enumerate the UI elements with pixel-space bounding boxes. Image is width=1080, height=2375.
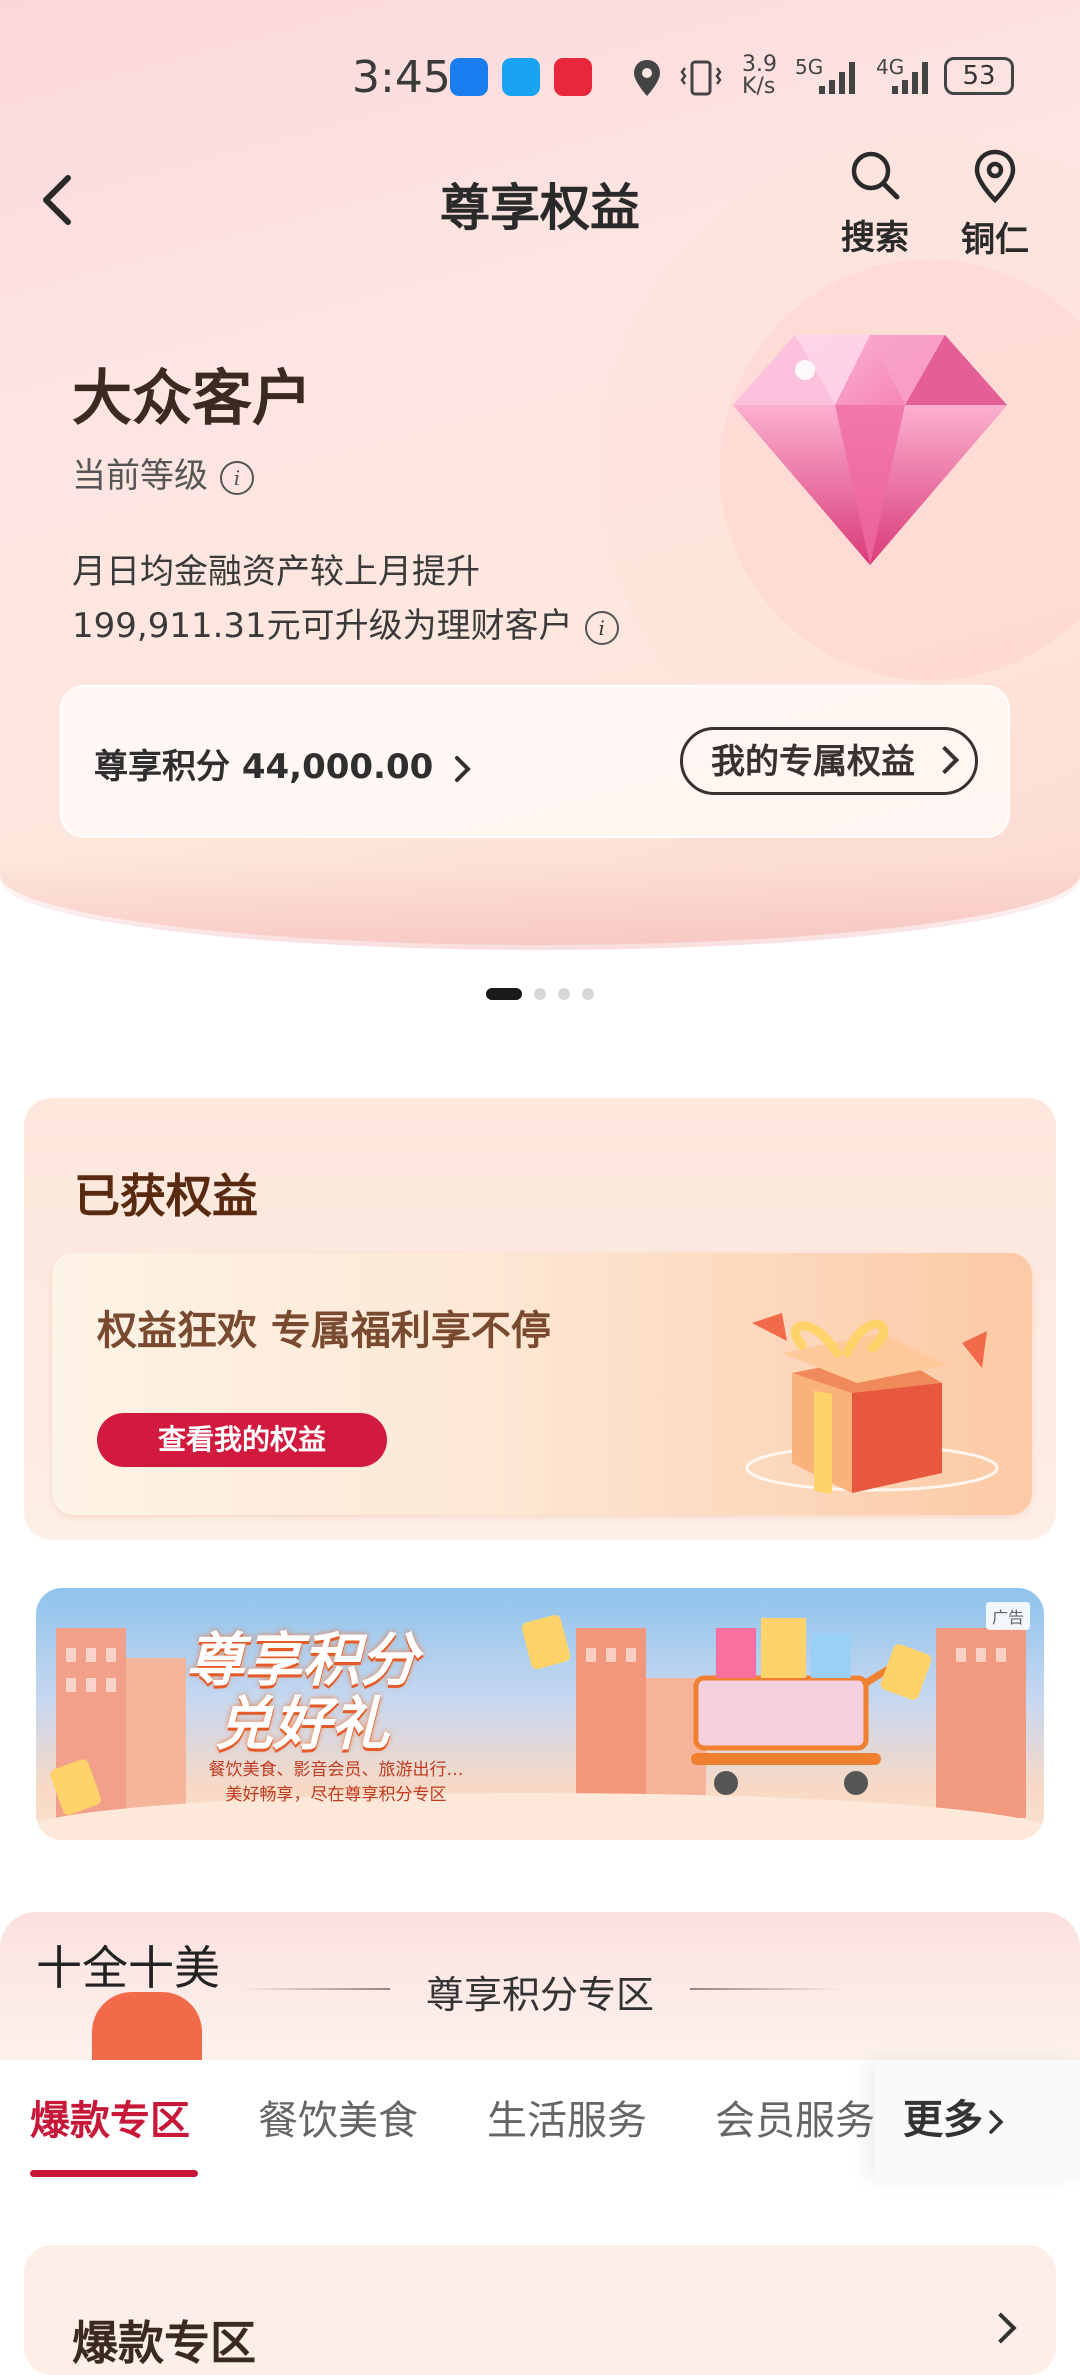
search-icon <box>851 151 900 200</box>
more-tabs-label: 更多 <box>903 2097 983 2143</box>
points-redeem-banner[interactable]: 尊享积分 兑好礼 餐饮美食、影音会员、旅游出行… 美好畅享，尽在尊享积分专区 广… <box>36 1588 1044 1840</box>
gift-box-icon <box>745 1313 999 1494</box>
my-exclusive-benefits-button[interactable]: 我的专属权益 <box>680 727 978 795</box>
upgrade-hint-line2: 199,911.31元可升级为理财客户 <box>72 606 573 646</box>
member-level-name: 大众客户 <box>72 364 312 434</box>
points-value: 尊享积分 44,000.00 <box>94 747 434 787</box>
obtained-benefits-card[interactable]: 权益狂欢 专属福利享不停 查看我的权益 <box>52 1253 1032 1515</box>
shopping-app-notification-icon <box>554 58 592 96</box>
tab-life-services[interactable]: 生活服务 <box>487 2088 647 2146</box>
diamond-icon <box>733 335 1007 565</box>
app-notification-icon <box>450 58 488 96</box>
carousel-dot <box>534 988 546 1000</box>
search-button[interactable]: 搜索 <box>830 148 920 259</box>
carousel-dot <box>582 988 594 1000</box>
status-bar: 3:45 3.9 K/s 5G 4G 53 <box>0 52 1080 106</box>
banner-subtitle-line2: 美好畅享，尽在尊享积分专区 <box>225 1785 447 1805</box>
chevron-right-icon[interactable] <box>985 2312 1017 2344</box>
battery-indicator: 53 <box>944 57 1014 95</box>
upgrade-info-icon[interactable]: i <box>584 610 619 645</box>
benefits-slogan: 权益狂欢 专属福利享不停 <box>97 1308 551 1354</box>
carousel-dot <box>558 988 570 1000</box>
current-level-row: 当前等级 i <box>72 448 254 497</box>
hot-items-title: 爆款专区 <box>72 2316 256 2370</box>
signal-bars-icon <box>819 62 855 94</box>
my-exclusive-benefits-label: 我的专属权益 <box>711 742 915 782</box>
chevron-right-icon <box>930 745 960 775</box>
divider-right <box>690 1988 840 1990</box>
category-tabs: 爆款专区 餐饮美食 生活服务 会员服务 更多 <box>0 2060 1080 2180</box>
info-icon[interactable]: i <box>220 460 254 495</box>
ad-tag: 广告 <box>985 1602 1030 1630</box>
more-tabs-button[interactable]: 更多 <box>875 2060 1080 2180</box>
points-card: 尊享积分 44,000.00 我的专属权益 <box>60 685 1010 838</box>
location-label: 铜仁 <box>961 220 1029 260</box>
tab-membership[interactable]: 会员服务 <box>715 2088 875 2146</box>
obtained-benefits-title: 已获权益 <box>74 1169 258 1223</box>
hero-bottom-wave <box>0 860 1080 950</box>
net-speed-unit: K/s <box>742 74 776 99</box>
upgrade-hint-line1: 月日均金融资产较上月提升 <box>72 552 480 592</box>
upgrade-hint: 月日均金融资产较上月提升 199,911.31元可升级为理财客户 i <box>72 545 619 653</box>
carousel-dot-active <box>486 988 522 1000</box>
net-speed-value: 3.9 <box>742 52 777 77</box>
status-time: 3:45 <box>352 52 451 103</box>
points-zone-header: 十全十美 尊享积分专区 <box>0 1912 1080 2072</box>
banner-subtitle-line1: 餐饮美食、影音会员、旅游出行… <box>208 1760 464 1780</box>
search-app-notification-icon <box>502 58 540 96</box>
banner-title-line1: 尊享积分 <box>186 1626 419 1694</box>
tab-dining[interactable]: 餐饮美食 <box>258 2088 418 2146</box>
location-status-icon <box>634 60 660 96</box>
vibrate-icon <box>680 60 722 96</box>
obtained-benefits-section: 已获权益 权益狂欢 专属福利享不停 查看我的权益 <box>24 1098 1056 1540</box>
signal-bars-2-icon <box>892 62 928 94</box>
location-pin-icon <box>974 149 1016 204</box>
banner-title-line2: 兑好礼 <box>215 1690 390 1758</box>
view-my-benefits-button[interactable]: 查看我的权益 <box>97 1413 387 1467</box>
hot-items-section: 爆款专区 <box>24 2245 1056 2375</box>
points-zone-title: 尊享积分专区 <box>425 1973 654 2017</box>
active-tab-underline <box>30 2170 198 2177</box>
tab-hot-items[interactable]: 爆款专区 <box>30 2088 190 2146</box>
shopping-cart-icon <box>691 1618 910 1795</box>
current-level-label: 当前等级 <box>72 456 208 496</box>
chevron-right-icon <box>455 755 471 782</box>
search-label: 搜索 <box>841 218 909 258</box>
points-link[interactable]: 尊享积分 44,000.00 <box>94 739 473 788</box>
banner-title: 尊享积分 兑好礼 <box>186 1628 418 1756</box>
banner-subtitle: 餐饮美食、影音会员、旅游出行… 美好畅享，尽在尊享积分专区 <box>186 1758 486 1808</box>
chevron-right-icon <box>989 2110 1004 2134</box>
location-button[interactable]: 铜仁 <box>950 148 1040 261</box>
